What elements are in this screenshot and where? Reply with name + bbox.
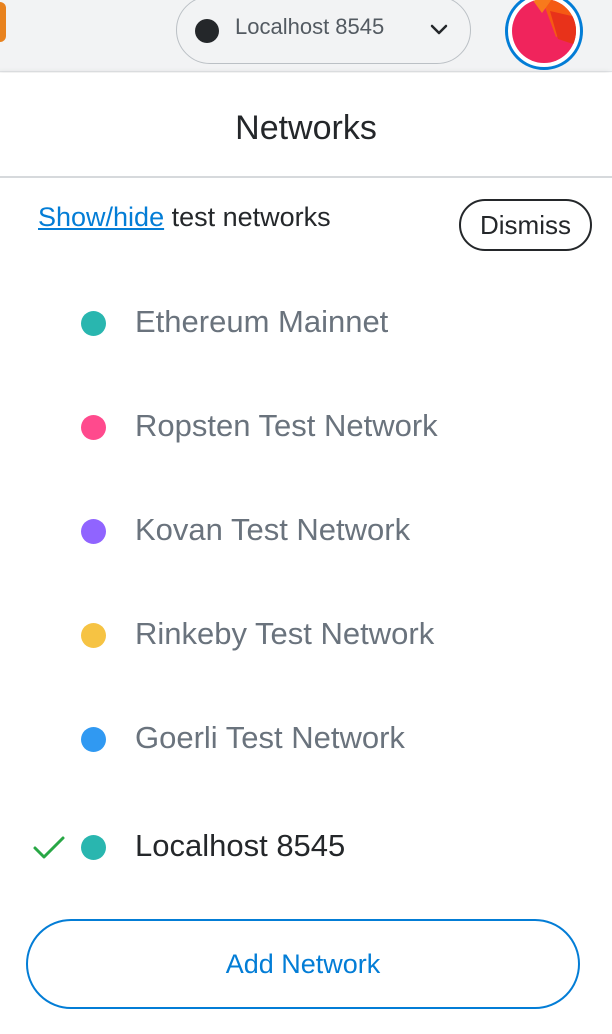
network-item-label: Localhost 8545	[135, 828, 346, 863]
metamask-logo-icon[interactable]	[0, 2, 6, 42]
network-item-label: Kovan Test Network	[135, 512, 411, 547]
networks-header: Networks	[0, 73, 612, 178]
network-item-ropsten[interactable]: Ropsten Test Network	[0, 388, 612, 468]
network-color-dot-icon	[81, 519, 106, 544]
network-item-goerli[interactable]: Goerli Test Network	[0, 700, 612, 780]
dismiss-button[interactable]: Dismiss	[459, 199, 592, 251]
show-hide-link[interactable]: Show/hide	[38, 202, 164, 232]
network-item-label: Ethereum Mainnet	[135, 304, 389, 339]
network-item-ethereum-mainnet[interactable]: Ethereum Mainnet	[0, 284, 612, 364]
network-color-dot-icon	[81, 311, 106, 336]
network-color-dot-icon	[81, 415, 106, 440]
app-header: Localhost 8545	[0, 0, 612, 72]
test-networks-notice: Show/hide test networks	[38, 202, 331, 233]
network-selector-button[interactable]: Localhost 8545	[176, 0, 471, 64]
checkmark-icon	[33, 836, 65, 859]
current-network-label: Localhost 8545	[235, 14, 385, 39]
chevron-down-icon	[430, 24, 448, 35]
network-color-dot-icon	[81, 835, 106, 860]
network-item-rinkeby[interactable]: Rinkeby Test Network	[0, 596, 612, 676]
networks-title: Networks	[235, 109, 377, 147]
network-item-label: Rinkeby Test Network	[135, 616, 435, 651]
account-avatar[interactable]	[505, 0, 583, 70]
account-avatar-icon	[512, 0, 576, 63]
network-item-localhost[interactable]: Localhost 8545	[0, 808, 612, 888]
notice-text: test networks	[164, 202, 331, 232]
add-network-button[interactable]: Add Network	[26, 919, 580, 1009]
network-item-kovan[interactable]: Kovan Test Network	[0, 492, 612, 572]
network-item-label: Ropsten Test Network	[135, 408, 438, 443]
network-color-dot-icon	[81, 727, 106, 752]
network-status-dot-icon	[195, 19, 219, 43]
network-item-label: Goerli Test Network	[135, 720, 405, 755]
networks-dropdown: Networks Show/hide test networks Dismiss…	[0, 73, 612, 1034]
network-color-dot-icon	[81, 623, 106, 648]
